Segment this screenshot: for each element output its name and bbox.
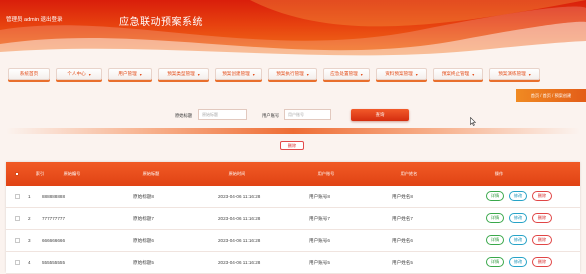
header-code: 原始编号 xyxy=(63,171,81,176)
search-button[interactable]: 查询 xyxy=(351,109,409,121)
row-code: 777777777 xyxy=(42,216,65,221)
chevron-down-icon: ▾ xyxy=(252,71,255,77)
row-account: 用户账号7 xyxy=(309,215,330,221)
mouse-cursor-icon xyxy=(470,117,476,126)
chevron-down-icon: ▾ xyxy=(197,71,200,77)
row-name: 用户姓名7 xyxy=(392,215,413,221)
header-name: 用户姓名 xyxy=(400,171,418,176)
row-checkbox[interactable] xyxy=(15,260,20,265)
account-search-input[interactable]: 用户账号 xyxy=(284,109,331,120)
row-checkbox[interactable] xyxy=(15,194,20,199)
breadcrumb-bar: 首页 / 首页 / 预案创建 xyxy=(0,89,586,103)
row-code: 555555555 xyxy=(42,260,65,265)
nav-item-1[interactable]: 系统首页 xyxy=(8,68,50,80)
app-header: 管理员 admin 退出登录 应急联动预案系统 xyxy=(0,0,586,56)
table-row: 3 666666666 原始标题6 2023-04-06 11:16:28 用户账号6 用… xyxy=(6,230,580,252)
row-name: 用户姓名8 xyxy=(392,193,413,199)
account-search-label: 用户账号 xyxy=(262,113,280,118)
title-search-label: 原始标题 xyxy=(175,113,193,118)
nav-item-8[interactable]: 资料预案管理 ▾ xyxy=(376,68,427,80)
nav-item-7[interactable]: 应急处置管理 ▾ xyxy=(323,68,370,80)
row-checkbox[interactable] xyxy=(15,238,20,243)
detail-button[interactable]: 详情 xyxy=(486,213,504,223)
main-nav: 系统首页 个人中心 ▾ 用户管理 ▾ 预案类型管理 ▾ 预案创建管理 ▾ 预案执行管理 ▾ 应急处置管… xyxy=(0,60,586,88)
nav-item-label: 系统首页 xyxy=(19,71,39,76)
detail-button[interactable]: 详情 xyxy=(486,191,504,201)
row-name: 用户姓名6 xyxy=(392,237,413,243)
header-index: 索引 xyxy=(35,171,45,176)
nav-item-10[interactable]: 预案演练管理 ▾ xyxy=(489,68,540,80)
table-header: 索引 原始编号 原始标题 原始时间 用户账号 用户姓名 操作 xyxy=(6,162,580,186)
row-index: 1 xyxy=(28,194,31,199)
chevron-down-icon: ▾ xyxy=(306,71,309,77)
chevron-down-icon: ▾ xyxy=(360,71,363,77)
row-time: 2023-04-06 11:16:28 xyxy=(218,238,261,243)
section-divider xyxy=(6,128,580,134)
row-title: 原始标题7 xyxy=(133,215,154,221)
nav-item-5[interactable]: 预案创建管理 ▾ xyxy=(215,68,262,80)
row-code: 666666666 xyxy=(42,238,65,243)
edit-button[interactable]: 修改 xyxy=(509,213,527,223)
nav-item-label: 资料预案管理 xyxy=(385,71,413,76)
row-name: 用户姓名5 xyxy=(392,259,413,265)
row-time: 2023-04-06 11:16:28 xyxy=(218,260,261,265)
title-search-input[interactable]: 原始标题 xyxy=(198,109,247,120)
search-form: 原始标题 原始标题 用户账号 用户账号 查询 xyxy=(0,105,586,125)
header-account: 用户账号 xyxy=(317,171,335,176)
delete-button[interactable]: 删除 xyxy=(532,213,552,223)
nav-item-label: 个人中心 xyxy=(67,71,86,76)
detail-button[interactable]: 详情 xyxy=(486,235,504,245)
table-row: 1 888888888 原始标题8 2023-04-06 11:16:28 用户账号8 用… xyxy=(6,186,580,208)
row-code: 888888888 xyxy=(42,194,65,199)
breadcrumb: 首页 / 首页 / 预案创建 xyxy=(516,89,586,102)
row-account: 用户账号8 xyxy=(309,193,330,199)
row-time: 2023-04-06 11:16:28 xyxy=(218,194,261,199)
row-account: 用户账号5 xyxy=(309,259,330,265)
nav-item-6[interactable]: 预案执行管理 ▾ xyxy=(268,68,317,80)
row-index: 2 xyxy=(28,216,31,221)
data-table: 索引 原始编号 原始标题 原始时间 用户账号 用户姓名 操作 1 88888888… xyxy=(6,162,580,274)
nav-item-label: 预案执行管理 xyxy=(276,71,304,76)
row-time: 2023-04-06 11:16:28 xyxy=(218,216,261,221)
delete-button[interactable]: 删除 xyxy=(532,235,552,245)
nav-item-label: 预案类型管理 xyxy=(167,71,195,76)
nav-item-2[interactable]: 个人中心 ▾ xyxy=(56,68,102,80)
header-actions: 操作 xyxy=(494,171,504,176)
table-row: 4 555555555 原始标题5 2023-04-06 11:16:28 用户账号5 用… xyxy=(6,252,580,274)
nav-item-label: 预案终止管理 xyxy=(441,71,470,76)
delete-button[interactable]: 删除 xyxy=(532,191,552,201)
header-time: 原始时间 xyxy=(228,171,246,176)
edit-button[interactable]: 修改 xyxy=(509,257,527,267)
row-account: 用户账号6 xyxy=(309,237,330,243)
row-checkbox[interactable] xyxy=(15,216,20,221)
delete-button[interactable]: 删除 xyxy=(532,257,552,267)
row-index: 4 xyxy=(28,260,31,265)
admin-logout-text[interactable]: 管理员 admin 退出登录 xyxy=(6,15,63,23)
edit-button[interactable]: 修改 xyxy=(509,235,527,245)
chevron-down-icon: ▾ xyxy=(88,71,91,77)
header-wave-decoration xyxy=(0,0,586,56)
row-title: 原始标题8 xyxy=(133,193,154,199)
select-all-checkbox[interactable] xyxy=(15,172,19,176)
table-row: 2 777777777 原始标题7 2023-04-06 11:16:28 用户账号7 用… xyxy=(6,208,580,230)
chevron-down-icon: ▾ xyxy=(528,71,531,77)
chevron-down-icon: ▾ xyxy=(139,71,142,77)
nav-item-3[interactable]: 用户管理 ▾ xyxy=(108,68,152,80)
system-title: 应急联动预案系统 xyxy=(119,17,203,28)
edit-button[interactable]: 修改 xyxy=(509,191,527,201)
row-title: 原始标题5 xyxy=(133,259,154,265)
chevron-down-icon: ▾ xyxy=(472,71,475,77)
header-title: 原始标题 xyxy=(142,171,160,176)
nav-item-4[interactable]: 预案类型管理 ▾ xyxy=(158,68,209,80)
nav-item-9[interactable]: 预案终止管理 ▾ xyxy=(433,68,483,80)
detail-button[interactable]: 详情 xyxy=(486,257,504,267)
nav-item-label: 用户管理 xyxy=(118,71,137,76)
nav-item-label: 预案创建管理 xyxy=(222,71,250,76)
chevron-down-icon: ▾ xyxy=(415,71,418,77)
bulk-delete-button[interactable]: 删除 xyxy=(280,141,304,150)
row-title: 原始标题6 xyxy=(133,237,154,243)
nav-item-label: 应急处置管理 xyxy=(330,71,358,76)
nav-item-label: 预案演练管理 xyxy=(498,71,526,76)
row-index: 3 xyxy=(28,238,31,243)
